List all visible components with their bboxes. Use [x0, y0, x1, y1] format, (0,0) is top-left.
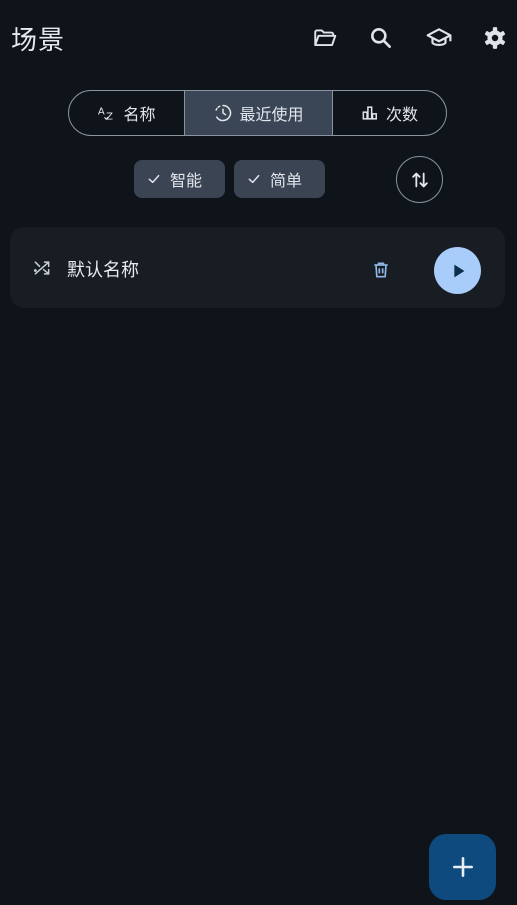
- sort-segmented-control: A Z 名称 最近使用 次数: [68, 90, 447, 136]
- sort-by-recent-segment[interactable]: 最近使用: [184, 91, 332, 135]
- segment-label: 最近使用: [239, 105, 304, 124]
- app-bar: 场景: [0, 0, 517, 76]
- segment-label: 名称: [123, 105, 156, 124]
- sort-direction-button[interactable]: [396, 156, 443, 203]
- filter-chip-simple[interactable]: 简单: [234, 160, 325, 198]
- check-icon: [248, 174, 260, 184]
- school-icon[interactable]: [425, 24, 453, 52]
- delete-button[interactable]: [368, 257, 394, 283]
- settings-icon[interactable]: [481, 24, 509, 52]
- folder-open-icon[interactable]: [311, 24, 339, 52]
- swap-vertical-icon: [411, 172, 428, 187]
- play-icon: [453, 264, 464, 277]
- page-title: 场景: [11, 26, 66, 56]
- chip-label: 简单: [270, 171, 303, 190]
- segment-label: 次数: [385, 105, 418, 124]
- scene-title: 默认名称: [67, 260, 139, 281]
- shuffle-icon: [33, 261, 50, 275]
- trash-icon: [374, 262, 388, 278]
- sort-alpha-icon: A Z: [98, 107, 113, 123]
- chip-label: 智能: [170, 171, 203, 190]
- sort-by-name-segment[interactable]: A Z 名称: [69, 91, 184, 135]
- svg-text:A: A: [98, 107, 105, 118]
- play-button[interactable]: [434, 247, 481, 294]
- recent-history-icon: [215, 104, 232, 122]
- add-scene-button[interactable]: [429, 834, 496, 900]
- bar-chart-icon: [362, 106, 377, 120]
- sort-by-count-segment[interactable]: 次数: [332, 91, 445, 135]
- check-icon: [148, 174, 160, 184]
- filter-chip-smart[interactable]: 智能: [134, 160, 225, 198]
- plus-icon: [452, 857, 473, 877]
- scene-card[interactable]: 默认名称: [10, 227, 505, 308]
- search-icon[interactable]: [367, 24, 395, 52]
